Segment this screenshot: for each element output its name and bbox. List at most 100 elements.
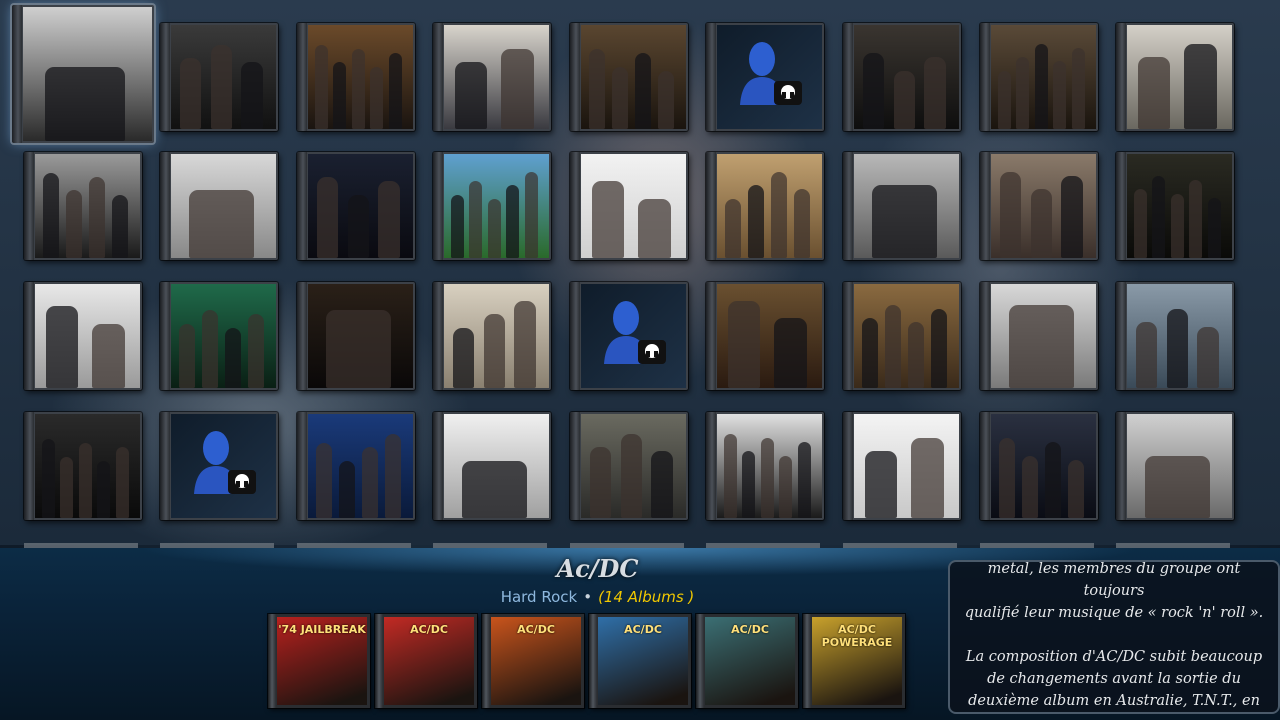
artist-thumbnail[interactable] xyxy=(433,282,551,390)
artist-photo xyxy=(581,154,686,258)
photo-silhouette xyxy=(178,323,195,388)
photo-silhouette xyxy=(723,433,737,518)
photo-silhouette xyxy=(347,194,370,258)
artist-thumbnail-selected[interactable] xyxy=(12,5,154,143)
photo-silhouette xyxy=(884,304,901,388)
artist-thumbnail[interactable] xyxy=(980,152,1098,260)
biography-text: metal, les membres du groupe ont toujour… xyxy=(964,561,1264,709)
photo-silhouette xyxy=(333,62,347,129)
case-spine xyxy=(843,282,853,390)
photo-silhouette xyxy=(1034,43,1048,129)
artist-thumbnail[interactable] xyxy=(706,152,824,260)
artist-thumbnail[interactable] xyxy=(980,282,1098,390)
artist-thumbnail[interactable] xyxy=(433,23,551,131)
artist-thumbnail[interactable] xyxy=(160,282,278,390)
case-spine xyxy=(433,282,443,390)
artist-thumbnail[interactable] xyxy=(297,412,415,520)
photo-silhouette xyxy=(774,318,807,388)
photo-silhouette xyxy=(728,300,761,388)
meta-separator: • xyxy=(583,588,593,606)
artist-photo xyxy=(991,414,1096,518)
biography-box[interactable]: metal, les membres du groupe ont toujour… xyxy=(948,560,1280,714)
artist-photo xyxy=(717,154,822,258)
artist-thumbnail[interactable] xyxy=(706,412,824,520)
photo-silhouette xyxy=(634,53,652,129)
album-cover[interactable]: '74 JAILBREAK xyxy=(268,614,370,708)
artist-thumbnail[interactable] xyxy=(1116,23,1234,131)
artist-thumbnail[interactable] xyxy=(706,23,824,131)
photo-silhouette xyxy=(65,190,82,258)
artist-thumbnail[interactable] xyxy=(24,282,142,390)
case-spine xyxy=(1116,412,1126,520)
album-cover[interactable]: AC/DC xyxy=(482,614,584,708)
artist-photo xyxy=(991,284,1096,388)
person-headphones-icon xyxy=(603,301,666,364)
photo-silhouette xyxy=(611,66,628,129)
artist-thumbnail[interactable] xyxy=(570,152,688,260)
photo-silhouette xyxy=(111,194,129,258)
case-spine xyxy=(706,152,716,260)
artist-thumbnail[interactable] xyxy=(24,152,142,260)
photo-silhouette xyxy=(450,194,464,258)
artist-photo xyxy=(171,284,276,388)
case-spine xyxy=(1116,282,1126,390)
album-cover-label: AC/DC xyxy=(731,623,769,636)
artist-thumbnail[interactable] xyxy=(1116,282,1234,390)
case-spine xyxy=(160,23,170,131)
artist-thumbnail[interactable] xyxy=(980,23,1098,131)
artist-thumbnail[interactable] xyxy=(980,412,1098,520)
photo-silhouette xyxy=(361,447,379,518)
artist-photo xyxy=(35,284,140,388)
case-spine xyxy=(297,152,307,260)
photo-silhouette xyxy=(378,181,400,258)
artist-thumbnail[interactable] xyxy=(160,152,278,260)
artist-thumbnail[interactable] xyxy=(706,282,824,390)
album-spine xyxy=(482,614,490,708)
case-spine xyxy=(160,412,170,520)
artist-thumbnail[interactable] xyxy=(160,23,278,131)
artist-photo xyxy=(717,25,822,129)
album-cover[interactable]: AC/DC xyxy=(375,614,477,708)
album-cover[interactable]: AC/DC xyxy=(696,614,798,708)
photo-silhouette xyxy=(42,172,59,258)
photo-silhouette xyxy=(462,460,527,518)
photo-silhouette xyxy=(1145,455,1210,518)
case-spine xyxy=(1116,23,1126,131)
artist-thumbnail[interactable] xyxy=(297,282,415,390)
artist-thumbnail[interactable] xyxy=(570,23,688,131)
photo-silhouette xyxy=(224,327,242,388)
artist-thumbnail[interactable] xyxy=(843,23,961,131)
artist-thumbnail[interactable] xyxy=(297,23,415,131)
album-cover[interactable]: AC/DC xyxy=(589,614,691,708)
artist-photo xyxy=(991,154,1096,258)
album-spine xyxy=(268,614,276,708)
artist-thumbnail[interactable] xyxy=(570,412,688,520)
artist-photo xyxy=(854,25,959,129)
photo-silhouette xyxy=(247,314,265,388)
artist-thumbnail[interactable] xyxy=(570,282,688,390)
artist-thumbnail[interactable] xyxy=(160,412,278,520)
artist-thumbnail[interactable] xyxy=(433,152,551,260)
photo-silhouette xyxy=(1016,57,1030,129)
photo-silhouette xyxy=(893,70,916,129)
artist-thumbnail[interactable] xyxy=(1116,152,1234,260)
album-spine xyxy=(589,614,597,708)
case-spine xyxy=(433,152,443,260)
artist-thumbnail[interactable] xyxy=(843,412,961,520)
photo-silhouette xyxy=(92,323,125,388)
photo-silhouette xyxy=(1138,57,1171,129)
photo-silhouette xyxy=(1135,322,1158,388)
album-cover[interactable]: AC/DC POWERAGE xyxy=(803,614,905,708)
artist-thumbnail[interactable] xyxy=(24,412,142,520)
artist-thumbnail[interactable] xyxy=(297,152,415,260)
artist-thumbnail[interactable] xyxy=(843,282,961,390)
artist-thumbnail[interactable] xyxy=(433,412,551,520)
artist-photo xyxy=(717,284,822,388)
artist-thumbnail[interactable] xyxy=(1116,412,1234,520)
album-cover-label: AC/DC xyxy=(410,623,448,636)
case-spine xyxy=(570,282,580,390)
photo-silhouette xyxy=(1197,326,1219,388)
artist-photo xyxy=(991,25,1096,129)
artist-thumbnail[interactable] xyxy=(843,152,961,260)
case-spine xyxy=(433,412,443,520)
